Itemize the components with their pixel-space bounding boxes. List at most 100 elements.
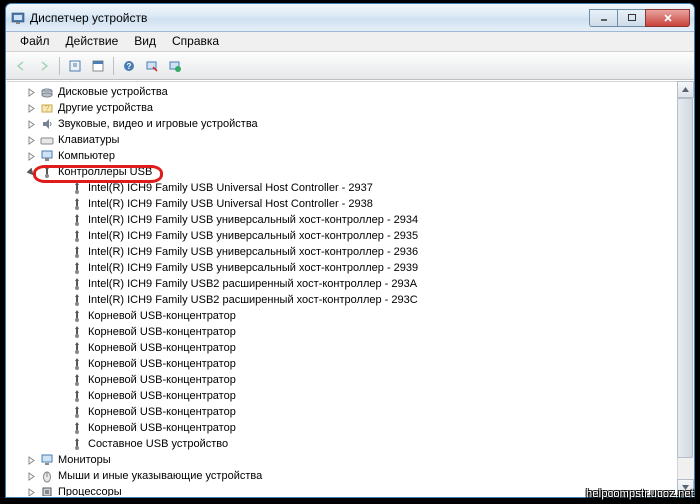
tree-device[interactable]: Корневой USB-концентратор <box>7 356 693 372</box>
usbdev-icon <box>69 420 85 436</box>
usbdev-icon <box>69 388 85 404</box>
expander-icon[interactable] <box>25 102 37 114</box>
menu-file[interactable]: Файл <box>12 32 58 51</box>
tree-device[interactable]: Составное USB устройство <box>7 436 693 452</box>
tree-device[interactable]: Корневой USB-концентратор <box>7 420 693 436</box>
tree-node-label: Контроллеры USB <box>58 164 152 180</box>
svg-text:?: ? <box>127 62 132 71</box>
tree-node-label: Звуковые, видео и игровые устройства <box>58 116 258 132</box>
device-tree[interactable]: Дисковые устройства ? Другие устройства … <box>7 81 693 496</box>
watermark: helpcompstr.ucoz.net <box>586 488 694 500</box>
usbdev-icon <box>69 212 85 228</box>
keyboard-icon <box>39 132 55 148</box>
scroll-up-button[interactable] <box>677 81 694 98</box>
usbdev-icon <box>69 340 85 356</box>
tree-device[interactable]: Корневой USB-концентратор <box>7 404 693 420</box>
tree-node-label: Компьютер <box>58 148 115 164</box>
expander-icon[interactable] <box>55 230 67 242</box>
tree-node-label: Intel(R) ICH9 Family USB универсальный х… <box>88 212 418 228</box>
expander-icon[interactable] <box>55 342 67 354</box>
expander-icon[interactable] <box>55 390 67 402</box>
expander-icon[interactable] <box>55 246 67 258</box>
tree-device[interactable]: Intel(R) ICH9 Family USB2 расширенный хо… <box>7 276 693 292</box>
expander-icon[interactable] <box>55 374 67 386</box>
mouse-icon <box>39 468 55 484</box>
expander-icon[interactable] <box>55 326 67 338</box>
menu-help[interactable]: Справка <box>164 32 227 51</box>
titlebar[interactable]: Диспетчер устройств <box>6 4 694 32</box>
expander-icon[interactable] <box>25 166 37 178</box>
update-button[interactable] <box>164 55 186 77</box>
tree-device[interactable]: Intel(R) ICH9 Family USB универсальный х… <box>7 228 693 244</box>
tree-device[interactable]: Intel(R) ICH9 Family USB Universal Host … <box>7 196 693 212</box>
tree-device[interactable]: Корневой USB-концентратор <box>7 308 693 324</box>
expander-icon[interactable] <box>55 262 67 274</box>
tree-device[interactable]: Корневой USB-концентратор <box>7 340 693 356</box>
tree-device[interactable]: Корневой USB-концентратор <box>7 372 693 388</box>
tree-category[interactable]: Мониторы <box>7 452 693 468</box>
tree-node-label: Клавиатуры <box>58 132 119 148</box>
tree-device[interactable]: Intel(R) ICH9 Family USB Universal Host … <box>7 180 693 196</box>
tree-node-label: Intel(R) ICH9 Family USB2 расширенный хо… <box>88 292 418 308</box>
expander-icon[interactable] <box>25 470 37 482</box>
tree-node-label: Мыши и иные указывающие устройства <box>58 468 262 484</box>
tree-node-label: Intel(R) ICH9 Family USB универсальный х… <box>88 228 418 244</box>
usbdev-icon <box>69 244 85 260</box>
forward-button[interactable] <box>33 55 55 77</box>
minimize-button[interactable] <box>589 9 617 27</box>
scrollbar-thumb[interactable] <box>677 98 693 458</box>
tree-category[interactable]: Мыши и иные указывающие устройства <box>7 468 693 484</box>
scan-button[interactable] <box>141 55 163 77</box>
expander-icon[interactable] <box>25 118 37 130</box>
tree-category[interactable]: Звуковые, видео и игровые устройства <box>7 116 693 132</box>
expander-icon[interactable] <box>55 198 67 210</box>
expander-icon[interactable] <box>55 358 67 370</box>
tree-category[interactable]: Компьютер <box>7 148 693 164</box>
expander-icon[interactable] <box>25 454 37 466</box>
tree-category[interactable]: Дисковые устройства <box>7 84 693 100</box>
menu-view[interactable]: Вид <box>126 32 164 51</box>
disk-icon <box>39 84 55 100</box>
properties-button[interactable] <box>87 55 109 77</box>
usbdev-icon <box>69 372 85 388</box>
expander-icon[interactable] <box>55 310 67 322</box>
expander-icon[interactable] <box>55 422 67 434</box>
menu-action[interactable]: Действие <box>58 32 127 51</box>
expander-icon[interactable] <box>55 214 67 226</box>
expander-icon[interactable] <box>55 278 67 290</box>
tree-node-label: Intel(R) ICH9 Family USB Universal Host … <box>88 180 373 196</box>
window-controls <box>589 9 690 27</box>
show-hidden-button[interactable] <box>64 55 86 77</box>
help-button[interactable]: ? <box>118 55 140 77</box>
expander-icon[interactable] <box>25 150 37 162</box>
tree-category[interactable]: Клавиатуры <box>7 132 693 148</box>
tree-category[interactable]: ? Другие устройства <box>7 100 693 116</box>
tree-device[interactable]: Intel(R) ICH9 Family USB универсальный х… <box>7 260 693 276</box>
back-button[interactable] <box>10 55 32 77</box>
expander-icon[interactable] <box>25 134 37 146</box>
usbdev-icon <box>69 260 85 276</box>
close-button[interactable] <box>645 9 690 27</box>
tree-device[interactable]: Intel(R) ICH9 Family USB универсальный х… <box>7 212 693 228</box>
tree-device[interactable]: Intel(R) ICH9 Family USB универсальный х… <box>7 244 693 260</box>
sound-icon <box>39 116 55 132</box>
maximize-button[interactable] <box>617 9 645 27</box>
tree-node-label: Корневой USB-концентратор <box>88 372 236 388</box>
tree-node-label: Составное USB устройство <box>88 436 228 452</box>
app-icon <box>10 10 26 26</box>
tree-device[interactable]: Intel(R) ICH9 Family USB2 расширенный хо… <box>7 292 693 308</box>
tree-category-usb[interactable]: Контроллеры USB <box>7 164 693 180</box>
expander-icon[interactable] <box>55 406 67 418</box>
toolbar: ? <box>6 52 694 80</box>
tree-device[interactable]: Корневой USB-концентратор <box>7 324 693 340</box>
tree-device[interactable]: Корневой USB-концентратор <box>7 388 693 404</box>
expander-icon[interactable] <box>55 182 67 194</box>
expander-icon[interactable] <box>55 438 67 450</box>
window-title: Диспетчер устройств <box>30 11 589 25</box>
other-icon: ? <box>39 100 55 116</box>
expander-icon[interactable] <box>25 486 37 496</box>
tree-node-label: Процессоры <box>58 484 122 496</box>
expander-icon[interactable] <box>25 86 37 98</box>
usbdev-icon <box>69 324 85 340</box>
expander-icon[interactable] <box>55 294 67 306</box>
